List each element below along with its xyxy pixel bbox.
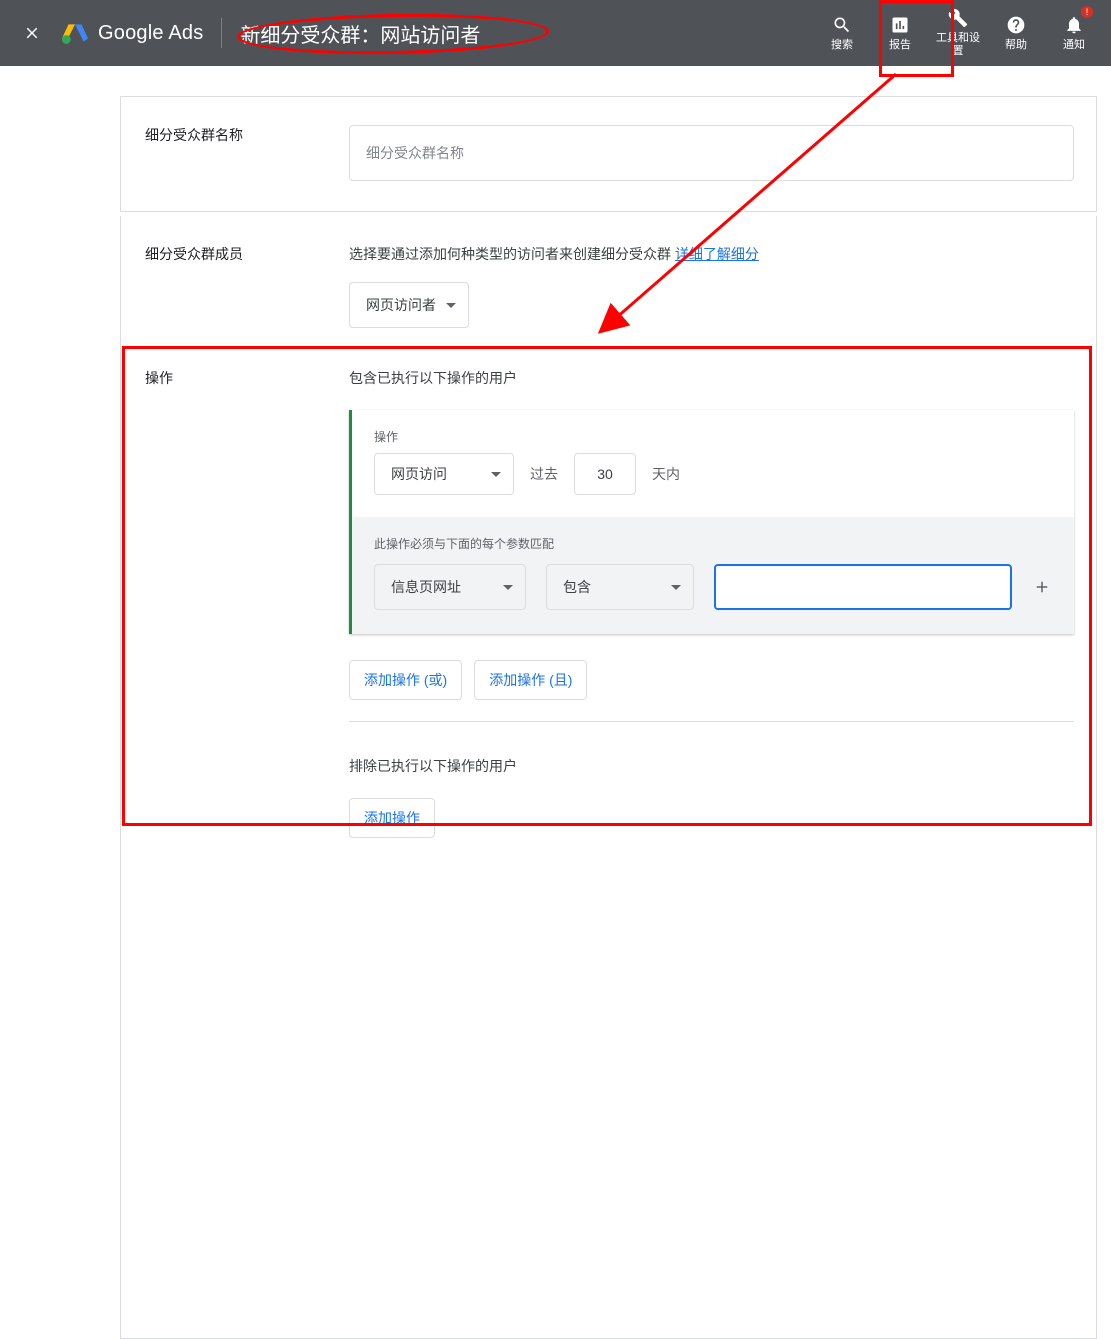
caret-down-icon [671,585,681,590]
help-icon [1006,15,1026,35]
notification-badge: ! [1081,6,1093,18]
action-type-dropdown[interactable]: 网页访问 [374,453,514,495]
match-params-label: 此操作必须与下面的每个参数匹配 [374,535,1052,552]
bell-icon [1064,15,1084,35]
search-icon [832,15,852,35]
nav-reports[interactable]: 报告 [871,2,929,64]
brand-name: Google Ads [98,22,203,45]
segment-members-label: 细分受众群成员 [121,244,349,328]
match-operator-dropdown[interactable]: 包含 [546,564,694,610]
add-action-or-button[interactable]: 添加操作 (或) [349,660,462,700]
plus-icon [1033,578,1051,596]
segment-members-card: 细分受众群成员 选择要通过添加何种类型的访问者来创建细分受众群 详细了解细分 网… [120,216,1097,1339]
visitor-type-dropdown[interactable]: 网页访问者 [349,282,469,328]
page-title: 新细分受众群：网站访问者 [240,19,480,48]
nav-tools[interactable]: 工具和设置 [929,2,987,64]
segment-name-placeholder: 细分受众群名称 [366,143,464,163]
add-exclude-action-button[interactable]: 添加操作 [349,798,435,838]
add-action-and-button[interactable]: 添加操作 (且) [474,660,587,700]
nav-label: 报告 [889,39,911,52]
app-header: Google Ads 新细分受众群：网站访问者 搜索 报告 工具和设置 帮助 通… [0,0,1111,66]
bar-chart-icon [890,15,910,35]
add-param-button[interactable] [1032,577,1052,597]
param-type-dropdown[interactable]: 信息页网址 [374,564,526,610]
segment-name-input[interactable]: 细分受众群名称 [349,125,1074,181]
google-ads-logo-icon [62,20,88,46]
close-button[interactable] [20,21,44,45]
actions-label: 操作 [121,368,349,838]
nav-help[interactable]: 帮助 [987,2,1045,64]
include-users-header: 包含已执行以下操作的用户 [349,368,1074,388]
nav-label: 帮助 [1005,39,1027,52]
header-nav: 搜索 报告 工具和设置 帮助 通知 ! [813,2,1103,64]
exclude-users-header: 排除已执行以下操作的用户 [349,756,1074,776]
nav-label: 搜索 [831,39,853,52]
segment-name-label: 细分受众群名称 [121,125,349,181]
action-block-label: 操作 [374,428,1052,445]
nav-notifications[interactable]: 通知 ! [1045,2,1103,64]
segment-name-card: 细分受众群名称 细分受众群名称 [120,96,1097,212]
close-icon [23,24,41,42]
days-input[interactable]: 30 [574,453,636,495]
caret-down-icon [446,303,456,308]
caret-down-icon [491,472,501,477]
caret-down-icon [503,585,513,590]
past-label: 过去 [530,464,558,484]
nav-label: 工具和设置 [934,32,982,58]
days-suffix: 天内 [652,464,680,484]
param-value-input[interactable] [714,564,1012,610]
members-help: 选择要通过添加何种类型的访问者来创建细分受众群 详细了解细分 [349,244,1074,264]
nav-search[interactable]: 搜索 [813,2,871,64]
nav-label: 通知 [1063,39,1085,52]
header-divider [221,18,222,48]
learn-more-link[interactable]: 详细了解细分 [675,246,759,262]
wrench-icon [948,8,968,28]
action-condition-block: 操作 网页访问 过去 30 天内 [349,410,1074,634]
